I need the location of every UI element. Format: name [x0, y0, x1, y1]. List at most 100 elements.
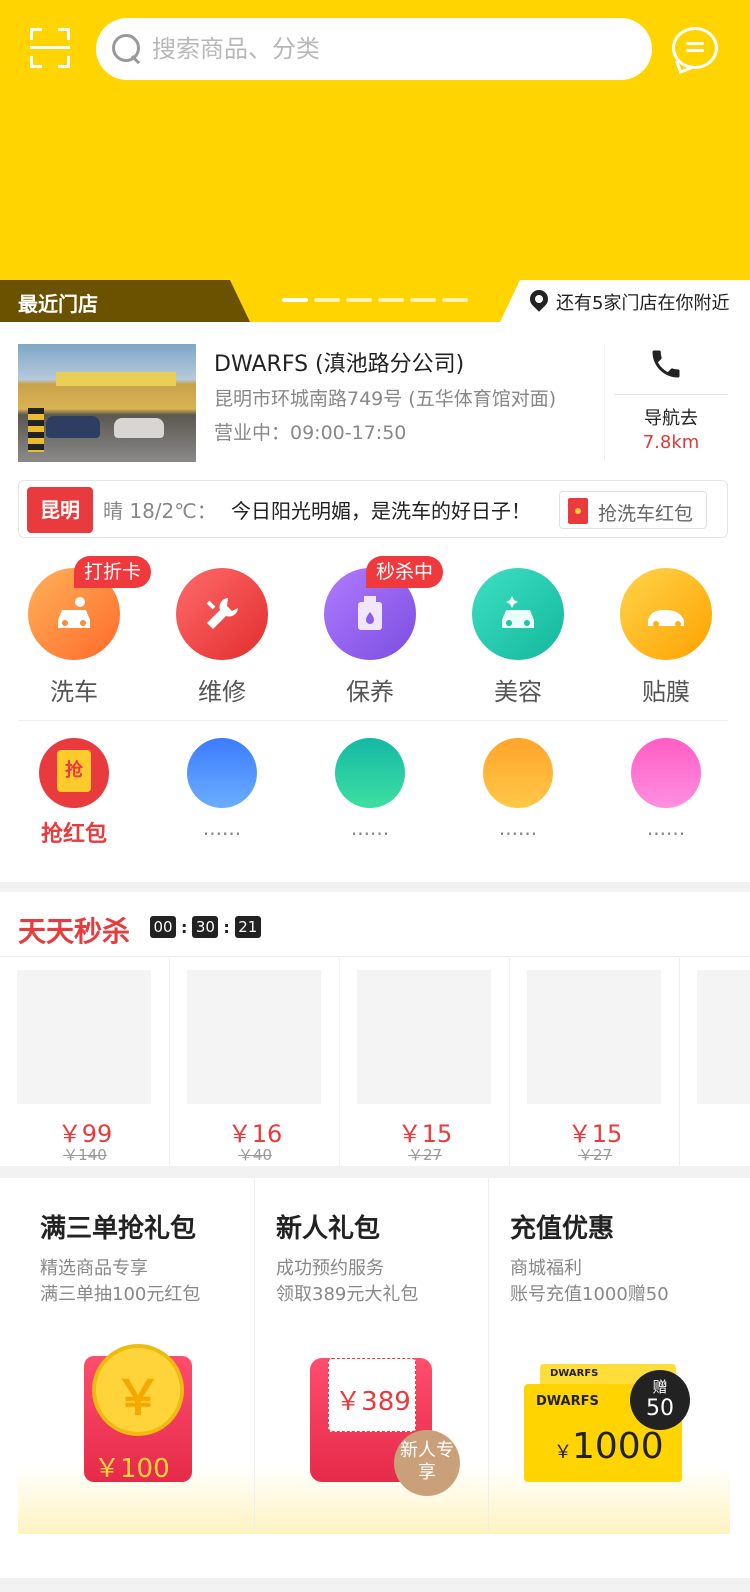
- weather-message: 今日阳光明媚，是洗车的好日子！: [231, 499, 531, 523]
- carousel-dot[interactable]: [410, 298, 436, 302]
- category-maintenance[interactable]: 秒杀中 保养: [310, 556, 444, 708]
- category-beauty[interactable]: 美容: [458, 568, 578, 708]
- placeholder-circle-icon: [187, 738, 257, 808]
- service-categories: 打折卡 洗车 维修 秒杀中 保养 美容 贴膜: [0, 556, 750, 716]
- product-image[interactable]: [697, 970, 750, 1104]
- flash-sale-title[interactable]: 天天秒杀: [18, 910, 130, 950]
- store-name[interactable]: DWARFS (滇池路分公司): [214, 346, 464, 378]
- quick-entries: 抢 抢红包 ...... ...... ...... ......: [0, 734, 750, 854]
- original-price: ￥27: [577, 1146, 613, 1164]
- quick-entry-label: ......: [498, 816, 538, 840]
- wrench-icon: [176, 568, 268, 660]
- flash-sale-item[interactable]: ￥15 ￥27: [340, 958, 510, 1166]
- original-price: ￥40: [237, 1146, 273, 1164]
- grab-redpacket-icon: 抢: [39, 738, 109, 808]
- product-image[interactable]: [17, 970, 151, 1104]
- coupon-card: ￥389: [328, 1358, 416, 1432]
- category-repair[interactable]: 维修: [162, 568, 282, 708]
- search-icon: [112, 34, 142, 64]
- carousel-dot[interactable]: [378, 298, 404, 302]
- flash-sale-item[interactable]: [680, 958, 750, 1166]
- promo-section: 满三单抢礼包 精选商品专享 满三单抽100元红包 ￥ ￥100 新人礼包 成功预…: [0, 1178, 750, 1578]
- recent-store-tab: 最近门店: [0, 280, 250, 322]
- promo-subtitle: 领取389元大礼包: [276, 1284, 419, 1305]
- quick-entry[interactable]: ......: [310, 738, 430, 848]
- carousel-dot[interactable]: [314, 298, 340, 302]
- promo-title: 新人礼包: [276, 1214, 381, 1244]
- category-badge: 秒杀中: [366, 556, 444, 588]
- flash-sale-item[interactable]: ￥15 ￥27: [510, 958, 680, 1166]
- product-image[interactable]: [357, 970, 491, 1104]
- category-label: 洗车: [50, 678, 98, 706]
- flash-sale-item[interactable]: ￥99 ￥140: [0, 958, 170, 1166]
- quick-entry[interactable]: ......: [458, 738, 578, 848]
- coin-icon: ￥: [92, 1344, 184, 1436]
- original-price: ￥140: [63, 1146, 107, 1164]
- flash-sale-item[interactable]: ￥16 ￥40: [170, 958, 340, 1166]
- envelope-amount: ￥100: [94, 1454, 170, 1484]
- category-label: 维修: [198, 678, 246, 706]
- category-label: 贴膜: [642, 678, 690, 706]
- navigate-button[interactable]: 导航去: [614, 404, 728, 430]
- quick-entry-redpacket[interactable]: 抢 抢红包: [14, 738, 134, 848]
- quick-entry-label: ......: [646, 816, 686, 840]
- carousel-dot[interactable]: [282, 298, 308, 302]
- gift-card-value: ￥1000: [554, 1426, 664, 1467]
- promo-title: 满三单抢礼包: [40, 1214, 197, 1244]
- grab-redpacket-label: 抢洗车红包: [598, 503, 694, 525]
- placeholder-circle-icon: [483, 738, 553, 808]
- category-film[interactable]: 贴膜: [606, 568, 726, 708]
- promo-subtitle: 满三单抽100元红包: [40, 1284, 201, 1305]
- store-hours: 营业中：09:00-17:50: [214, 422, 407, 444]
- weather-bar: 昆明 晴 18/2℃： 今日阳光明媚，是洗车的好日子！ 抢洗车红包: [18, 480, 728, 538]
- promo-subtitle: 账号充值1000赠50: [510, 1284, 669, 1305]
- promo-card-recharge[interactable]: 充值优惠 商城福利 账号充值1000赠50 DWARFS DWARFS ￥100…: [488, 1178, 722, 1532]
- promo-title: 充值优惠: [510, 1214, 615, 1244]
- scan-icon[interactable]: [30, 28, 70, 68]
- divider: [604, 344, 605, 460]
- promo-card-newbie[interactable]: 新人礼包 成功预约服务 领取389元大礼包 ￥389 新人专享: [254, 1178, 488, 1532]
- car-sparkle-icon: [472, 568, 564, 660]
- city-badge[interactable]: 昆明: [27, 487, 93, 533]
- location-pin-icon: [526, 286, 552, 312]
- promo-subtitle: 精选商品专享: [40, 1258, 148, 1279]
- divider: [0, 956, 750, 957]
- nearby-stores-text: 还有5家门店在你附近: [556, 293, 730, 314]
- page: 最近门店 还有5家门店在你附近 DWARFS (滇池路分公司) 昆明市环城南路7…: [0, 0, 750, 1592]
- carousel-dot[interactable]: [346, 298, 372, 302]
- phone-icon[interactable]: [648, 346, 684, 382]
- placeholder-circle-icon: [335, 738, 405, 808]
- nearby-stores-link[interactable]: 还有5家门店在你附近: [500, 280, 750, 322]
- store-photo[interactable]: [18, 344, 196, 462]
- original-price: ￥27: [407, 1146, 443, 1164]
- placeholder-circle-icon: [631, 738, 701, 808]
- quick-entry[interactable]: ......: [606, 738, 726, 848]
- category-label: 保养: [346, 678, 394, 706]
- red-envelope-icon: [568, 498, 588, 524]
- store-address: 昆明市环城南路749号 (五华体育馆对面): [214, 388, 557, 410]
- category-car-wash[interactable]: 打折卡 洗车: [14, 556, 152, 708]
- carousel-dot[interactable]: [442, 298, 468, 302]
- product-image[interactable]: [527, 970, 661, 1104]
- category-label: 美容: [494, 678, 542, 706]
- newbie-badge: 新人专享: [394, 1430, 460, 1496]
- product-image[interactable]: [187, 970, 321, 1104]
- search-input[interactable]: [152, 35, 592, 63]
- quick-entry-label: ......: [202, 816, 242, 840]
- timer-minutes: 30: [192, 916, 219, 938]
- store-distance: 7.8km: [642, 432, 700, 453]
- store-section: DWARFS (滇池路分公司) 昆明市环城南路749号 (五华体育馆对面) 营业…: [0, 322, 750, 882]
- top-banner[interactable]: 最近门店 还有5家门店在你附近: [0, 0, 750, 322]
- quick-entry[interactable]: ......: [162, 738, 282, 848]
- category-badge: 打折卡: [74, 556, 152, 588]
- quick-entry-label: ......: [350, 816, 390, 840]
- divider: [18, 720, 728, 721]
- flash-sale-section: 天天秒杀 00: 30: 21 ￥99 ￥140 ￥16 ￥40 ￥15 ￥27…: [0, 892, 750, 1166]
- promo-card-three-orders[interactable]: 满三单抢礼包 精选商品专享 满三单抽100元红包 ￥ ￥100: [18, 1178, 252, 1532]
- car-film-icon: [620, 568, 712, 660]
- bonus-badge: 赠 50: [630, 1370, 690, 1430]
- search-bar[interactable]: [96, 18, 652, 80]
- message-icon[interactable]: [672, 27, 718, 69]
- grab-redpacket-button[interactable]: 抢洗车红包: [559, 491, 707, 529]
- recent-store-label: 最近门店: [18, 292, 98, 316]
